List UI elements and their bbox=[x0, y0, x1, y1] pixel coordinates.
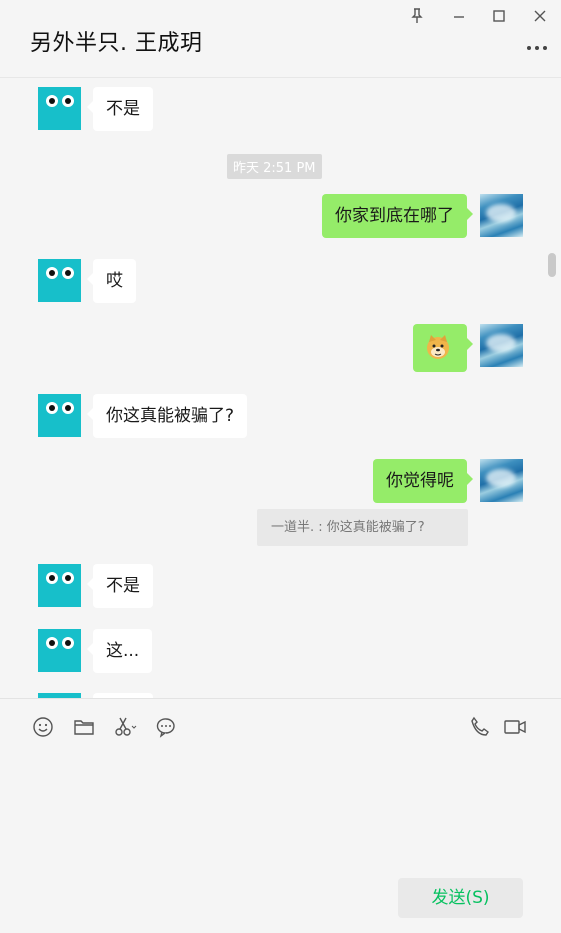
folder-icon[interactable] bbox=[72, 715, 96, 739]
self-avatar[interactable] bbox=[480, 459, 523, 502]
minimize-icon[interactable] bbox=[447, 4, 471, 28]
title-bar: 另外半只. 王成玥 bbox=[0, 0, 561, 78]
contact-avatar[interactable] bbox=[38, 394, 81, 437]
emoji-icon[interactable] bbox=[31, 715, 55, 739]
message-bubble[interactable]: 不是 bbox=[87, 87, 153, 131]
self-avatar[interactable] bbox=[480, 194, 523, 237]
close-icon[interactable] bbox=[528, 4, 552, 28]
message-bubble[interactable]: 你家到底在哪了 bbox=[322, 194, 473, 238]
video-icon[interactable] bbox=[503, 715, 527, 739]
maximize-icon[interactable] bbox=[487, 4, 511, 28]
input-toolbar bbox=[0, 698, 561, 754]
message-bubble[interactable]: 不是 bbox=[87, 564, 153, 608]
send-button[interactable]: 发送(S) bbox=[398, 878, 523, 918]
phone-icon[interactable] bbox=[468, 715, 492, 739]
message-bubble[interactable]: 哎 bbox=[87, 259, 136, 303]
contact-avatar[interactable] bbox=[38, 259, 81, 302]
message-list[interactable]: 不是 昨天 2:51 PM 你家到底在哪了 哎 你这真能被骗了? 你觉得呢 一道… bbox=[0, 79, 561, 698]
contact-avatar[interactable] bbox=[38, 87, 81, 130]
message-bubble[interactable]: 你觉得呢 bbox=[373, 459, 473, 503]
contact-avatar[interactable] bbox=[38, 564, 81, 607]
contact-avatar[interactable] bbox=[38, 629, 81, 672]
quoted-message[interactable]: 一道半. : 你这真能被骗了? bbox=[257, 509, 468, 546]
message-bubble[interactable]: 这... bbox=[86, 629, 153, 673]
scissors-icon[interactable] bbox=[113, 715, 137, 739]
chat-title: 另外半只. 王成玥 bbox=[30, 31, 203, 56]
message-bubble[interactable]: 你这真能被骗了? bbox=[86, 394, 248, 438]
message-input[interactable] bbox=[0, 754, 561, 869]
doge-emoji-icon bbox=[427, 335, 449, 359]
chat-bubble-icon[interactable] bbox=[154, 715, 178, 739]
message-timestamp: 昨天 2:51 PM bbox=[227, 154, 322, 179]
more-dots-icon[interactable] bbox=[525, 40, 549, 56]
self-avatar[interactable] bbox=[480, 324, 523, 367]
sticker-message[interactable] bbox=[413, 324, 473, 372]
scrollbar-thumb[interactable] bbox=[548, 253, 556, 277]
pin-icon[interactable] bbox=[405, 4, 429, 28]
